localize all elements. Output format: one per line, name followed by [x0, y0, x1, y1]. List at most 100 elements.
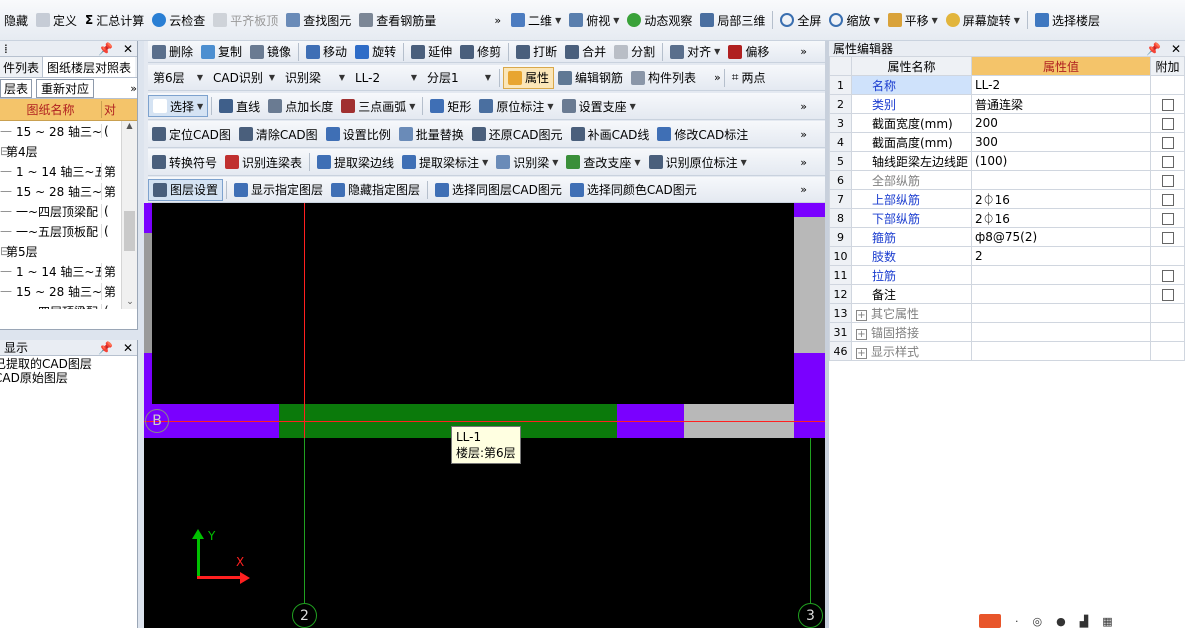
- cad-toolbar-2-button-1[interactable]: 识别连梁表: [221, 151, 306, 173]
- edit-toolbar-button-4[interactable]: 旋转: [351, 41, 400, 62]
- drawing-tree-item[interactable]: — 15 ~ 28 轴三~(: [0, 121, 137, 141]
- property-value[interactable]: 200: [970, 113, 1152, 133]
- cad-toolbar-2-button-2[interactable]: 提取梁边线: [313, 151, 398, 173]
- property-extra[interactable]: [1150, 284, 1185, 304]
- draw-toolbar-button-5[interactable]: 原位标注 ▼: [475, 95, 557, 117]
- pin-icon[interactable]: 📌: [98, 42, 113, 56]
- property-value[interactable]: [970, 265, 1152, 285]
- edit-toolbar-button-11[interactable]: 偏移: [724, 41, 773, 62]
- two-point-button[interactable]: ⌗ 两点: [728, 67, 770, 89]
- draw-toolbar-button-1[interactable]: 直线: [215, 95, 264, 117]
- close-icon[interactable]: ✕: [123, 42, 133, 56]
- drawing-tree-item[interactable]: —一~四层顶梁配(: [0, 301, 137, 309]
- element-type-select[interactable]: 识别梁 ▼: [280, 68, 350, 88]
- property-value[interactable]: [970, 284, 1152, 304]
- property-extra[interactable]: [1150, 170, 1185, 190]
- property-value[interactable]: (100): [970, 151, 1152, 171]
- cad-toolbar-3-button-0[interactable]: 图层设置: [148, 178, 224, 201]
- property-row[interactable]: 10 肢数 2: [829, 246, 1185, 266]
- checkbox[interactable]: [1161, 117, 1174, 130]
- floor-select[interactable]: 第6层 ▼: [148, 68, 208, 88]
- drawing-tree-item[interactable]: — 1 ~ 14 轴三~五第: [0, 261, 137, 281]
- checkbox[interactable]: [1161, 288, 1174, 301]
- property-extra[interactable]: [1150, 151, 1185, 171]
- top-view-dropdown[interactable]: 俯视 ▼: [565, 9, 623, 31]
- tray-icon[interactable]: ●: [1056, 615, 1066, 628]
- display-item-original-layers[interactable]: CAD原始图层: [0, 370, 137, 385]
- property-row[interactable]: 5 轴线距梁左边线距 (100): [829, 151, 1185, 171]
- property-extra[interactable]: [1150, 113, 1185, 133]
- property-row[interactable]: 9 箍筋 ф8@75(2): [829, 227, 1185, 247]
- cad-toolbar-2-button-3[interactable]: 提取梁标注 ▼: [398, 151, 492, 173]
- property-row[interactable]: 3 截面宽度(mm) 200: [829, 113, 1185, 133]
- property-value[interactable]: 2⏀16: [970, 208, 1152, 228]
- find-element-button[interactable]: 查找图元: [282, 9, 355, 31]
- cad-toolbar-2-button-0[interactable]: 转换符号: [148, 151, 221, 173]
- 2d-dropdown[interactable]: 二维 ▼: [507, 9, 565, 31]
- floor-tree-node[interactable]: ⊟ 第5层: [0, 241, 137, 261]
- draw-toolbar-button-3[interactable]: 三点画弧 ▼: [337, 95, 419, 117]
- property-value[interactable]: 300: [970, 132, 1152, 152]
- overflow-chevron-icon[interactable]: »: [800, 100, 825, 113]
- checkbox[interactable]: [1161, 193, 1174, 206]
- property-row[interactable]: 11 拉筋: [829, 265, 1185, 285]
- drawing-tree-item[interactable]: —一~四层顶梁配(: [0, 201, 137, 221]
- property-value[interactable]: 普通连梁: [970, 94, 1152, 114]
- drawing-tree-item[interactable]: — 15 ~ 28 轴三~ 第: [0, 181, 137, 201]
- checkbox[interactable]: [1161, 136, 1174, 149]
- edit-toolbar-button-5[interactable]: 延伸: [407, 41, 456, 62]
- overflow-chevron-icon[interactable]: »: [494, 14, 501, 27]
- cad-toolbar-2-button-5[interactable]: 查改支座 ▼: [562, 151, 644, 173]
- orbit-button[interactable]: 动态观察: [623, 9, 696, 31]
- element-name-select[interactable]: LL-2 ▼: [350, 68, 422, 88]
- property-value[interactable]: 2: [970, 246, 1152, 266]
- cloud-check-button[interactable]: 云检查: [148, 9, 209, 31]
- property-value[interactable]: ф8@75(2): [970, 227, 1152, 247]
- cad-toolbar-1-button-0[interactable]: 定位CAD图: [148, 123, 235, 145]
- property-value[interactable]: [970, 170, 1152, 190]
- cad-toolbar-2-button-4[interactable]: 识别梁 ▼: [492, 151, 562, 173]
- edit-toolbar-button-0[interactable]: 删除: [148, 41, 197, 62]
- property-row[interactable]: 4 截面高度(mm) 300: [829, 132, 1185, 152]
- edit-toolbar-button-6[interactable]: 修剪: [456, 41, 505, 62]
- checkbox[interactable]: [1161, 98, 1174, 111]
- drawing-canvas[interactable]: B 2 3 LL-1 楼层:第6层 Y X: [144, 203, 825, 628]
- drawing-tree-item[interactable]: — 一~五层顶板配(: [0, 221, 137, 241]
- component-list-button[interactable]: 构件列表: [627, 67, 700, 89]
- property-extra[interactable]: [1150, 303, 1185, 323]
- overflow-chevron-icon[interactable]: »: [800, 45, 825, 58]
- property-row[interactable]: 31 + 锚固搭接: [829, 322, 1185, 342]
- property-extra[interactable]: [1150, 208, 1185, 228]
- summary-calc-button[interactable]: Σ 汇总计算: [81, 9, 148, 31]
- overflow-chevron-icon[interactable]: »: [714, 71, 721, 84]
- checkbox[interactable]: [1161, 231, 1174, 244]
- checkbox[interactable]: [1161, 212, 1174, 225]
- property-row[interactable]: 2 类别 普通连梁: [829, 94, 1185, 114]
- draw-toolbar-button-2[interactable]: 点加长度: [264, 95, 337, 117]
- property-extra[interactable]: [1150, 132, 1185, 152]
- hide-button[interactable]: 隐藏: [0, 9, 32, 31]
- property-extra[interactable]: [1150, 227, 1185, 247]
- pin-icon[interactable]: 📌: [1146, 42, 1161, 56]
- drawing-tree-item[interactable]: — 15 ~ 28 轴三~ 第: [0, 281, 137, 301]
- layer-select[interactable]: 分层1 ▼: [422, 68, 496, 88]
- scroll-up-icon[interactable]: ▲: [122, 121, 137, 130]
- edit-toolbar-button-7[interactable]: 打断: [512, 41, 561, 62]
- properties-button[interactable]: 属性: [503, 66, 555, 89]
- fullscreen-button[interactable]: 全屏: [776, 9, 825, 31]
- property-row[interactable]: 13 + 其它属性: [829, 303, 1185, 323]
- screen-rotate-dropdown[interactable]: 屏幕旋转 ▼: [942, 9, 1024, 31]
- tray-icon[interactable]: ·: [1015, 615, 1019, 628]
- property-extra[interactable]: [1150, 94, 1185, 114]
- pin-icon[interactable]: 📌: [98, 341, 113, 355]
- property-extra[interactable]: [1150, 265, 1185, 285]
- expand-icon[interactable]: +: [855, 328, 867, 340]
- cad-toolbar-1-button-1[interactable]: 清除CAD图: [235, 123, 322, 145]
- overflow-chevron-icon[interactable]: »: [800, 156, 825, 169]
- scrollbar-thumb[interactable]: [124, 211, 135, 251]
- edit-toolbar-button-8[interactable]: 合并: [561, 41, 610, 62]
- cad-toolbar-1-button-4[interactable]: 还原CAD图元: [468, 123, 567, 145]
- cad-toolbar-3-button-2[interactable]: 隐藏指定图层: [327, 179, 424, 201]
- zoom-dropdown[interactable]: 缩放 ▼: [825, 9, 883, 31]
- vertical-scrollbar[interactable]: ▲ ⌄: [121, 121, 137, 309]
